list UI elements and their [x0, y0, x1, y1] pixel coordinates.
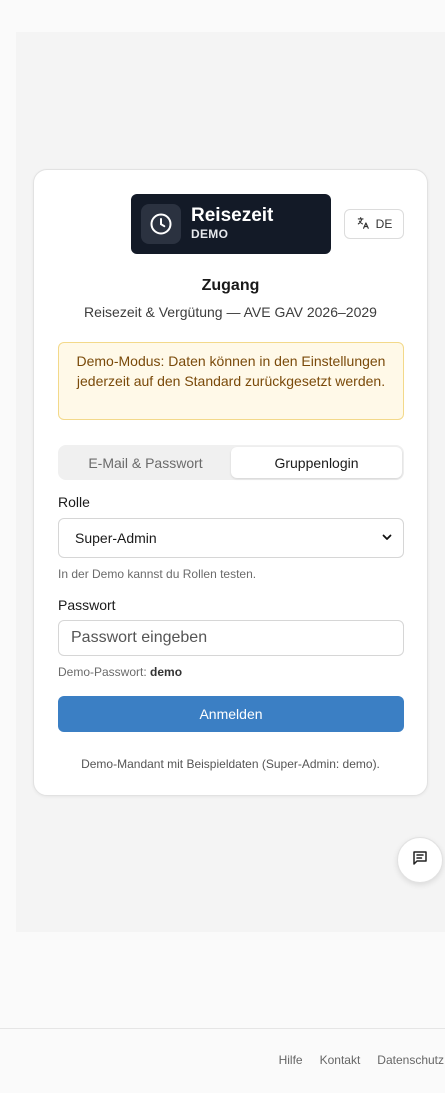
chat-button[interactable]	[397, 837, 443, 883]
password-label: Passwort	[58, 597, 116, 613]
demo-footnote: Demo-Mandant mit Beispieldaten (Super-Ad…	[81, 757, 380, 771]
chevron-down-icon	[381, 530, 393, 546]
footer-links: Hilfe Kontakt Datenschutz	[279, 1053, 444, 1067]
page-title: Zugang	[201, 277, 260, 294]
language-label: DE	[375, 217, 393, 231]
page-subtitle: Reisezeit & Vergütung — AVE GAV 2026–202…	[84, 304, 377, 320]
role-hint: In der Demo kannst du Rollen testen.	[58, 567, 257, 581]
clock-icon	[141, 204, 181, 244]
role-select[interactable]: Super-Admin	[58, 518, 404, 558]
login-method-tabs: E-Mail & Passwort Gruppenlogin	[58, 445, 404, 480]
translate-icon	[356, 216, 370, 233]
brand-banner: Reisezeit DEMO	[131, 194, 331, 254]
brand-name: Reisezeit	[191, 205, 274, 227]
password-hint-prefix: Demo-Passwort:	[58, 665, 151, 679]
password-hint: Demo-Passwort: demo	[58, 665, 182, 679]
login-button[interactable]: Anmelden	[58, 696, 404, 732]
footer-link-help[interactable]: Hilfe	[279, 1053, 303, 1067]
language-button[interactable]: DE	[344, 209, 404, 239]
message-icon	[411, 849, 429, 872]
footer-link-privacy[interactable]: Datenschutz	[377, 1053, 444, 1067]
tab-group-login[interactable]: Gruppenlogin	[231, 447, 402, 478]
brand-badge: DEMO	[191, 227, 229, 242]
password-input[interactable]	[58, 620, 404, 656]
footer-link-contact[interactable]: Kontakt	[320, 1053, 361, 1067]
login-card: Reisezeit DEMO DE Zugang Reisezeit & Ver…	[33, 169, 428, 796]
role-select-value: Super-Admin	[75, 530, 157, 546]
role-label: Rolle	[58, 494, 90, 510]
password-hint-value: demo	[150, 665, 183, 679]
footer-divider	[0, 1028, 445, 1029]
demo-notice: Demo-Modus: Daten können in den Einstell…	[58, 342, 404, 420]
tab-email-password[interactable]: E-Mail & Passwort	[60, 447, 231, 478]
